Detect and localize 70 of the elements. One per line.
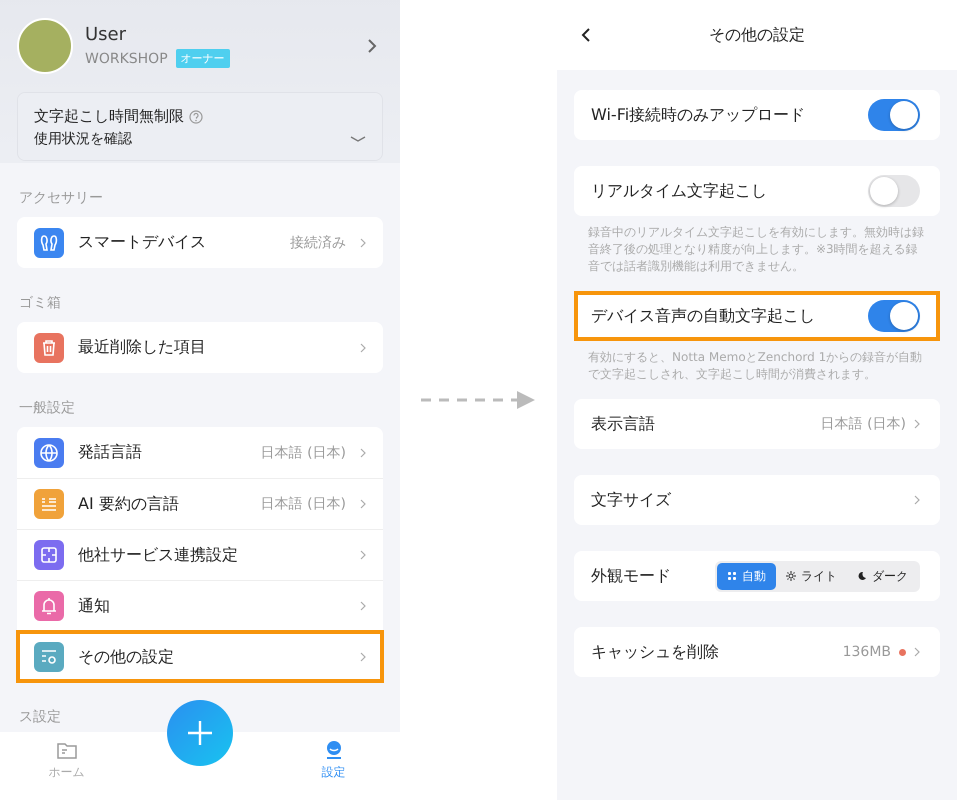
row-description: 録音中のリアルタイム文字起こしを有効にします。無効時は録音終了後の処理となり精度が向上します。※3時間を超える録音では話者識別機能は利用できません。: [588, 224, 925, 275]
toggle-switch[interactable]: [868, 175, 920, 207]
user-name: User: [85, 24, 128, 45]
settings-row[interactable]: 表示言語 日本語 (日本): [574, 399, 940, 449]
chevron-right-icon: [360, 652, 366, 662]
settings-item[interactable]: スマートデバイス 接続済み: [17, 217, 383, 268]
item-value: 日本語 (日本): [260, 495, 346, 513]
item-label: 他社サービス連携設定: [78, 544, 239, 566]
item-label: スマートデバイス: [78, 232, 207, 253]
item-label: 発話言語: [78, 442, 143, 463]
settings-row[interactable]: デバイス音声の自動文字起こし: [574, 291, 940, 341]
section-heading: 一般設定: [18, 399, 76, 417]
row-value: 136MB: [842, 644, 891, 660]
chevron-right-icon: [360, 499, 366, 509]
section-heading: ゴミ箱: [18, 294, 62, 312]
back-icon[interactable]: [581, 27, 591, 43]
item-label: 最近削除した項目: [78, 337, 207, 358]
settings-row[interactable]: Wi-Fi接続時のみアップロード: [574, 90, 940, 140]
chevron-right-icon: [360, 342, 366, 352]
chevron-right-icon: [360, 550, 366, 560]
settings-row[interactable]: 外観モード 自動 ライト ダーク: [574, 551, 940, 601]
settings-item[interactable]: 他社サービス連携設定: [17, 529, 383, 580]
grid-icon: [727, 571, 737, 581]
mode-option[interactable]: ダーク: [847, 562, 918, 590]
settings-row[interactable]: 文字サイズ: [574, 475, 940, 525]
mode-option[interactable]: ライト: [776, 562, 847, 590]
row-label: リアルタイム文字起こし: [591, 180, 768, 202]
plus-icon: [187, 720, 213, 746]
sun-icon: [786, 571, 796, 581]
chevron-right-icon: [360, 601, 366, 611]
settings-item[interactable]: AI 要約の言語 日本語 (日本): [17, 478, 383, 529]
usage-link: 使用状況を確認: [34, 130, 132, 148]
settings-item[interactable]: 発話言語 日本語 (日本): [17, 427, 383, 478]
settings-row[interactable]: キャッシュを削除 136MB: [574, 627, 940, 677]
plan-title: 文字起こし時間無制限: [34, 107, 184, 126]
chevron-right-icon: [360, 448, 366, 458]
item-value: 日本語 (日本): [260, 444, 346, 462]
row-description: 有効にすると、Notta MemoとZenchord 1からの録音が自動で文字起こしされ、文字起こし時間が消費されます。: [588, 349, 924, 383]
workspace-name: WORKSHOP: [85, 50, 168, 66]
section-heading: ス設定: [18, 708, 62, 726]
row-label: 外観モード: [591, 566, 672, 586]
section-heading: アクセサリー: [18, 189, 104, 207]
help-icon[interactable]: [189, 110, 203, 124]
row-value: 日本語 (日本): [820, 415, 906, 433]
item-label: AI 要約の言語: [78, 494, 180, 514]
toggle-switch[interactable]: [868, 99, 920, 131]
settings-item[interactable]: その他の設定: [17, 631, 383, 682]
row-label: 文字サイズ: [591, 490, 672, 510]
item-label: その他の設定: [78, 646, 175, 668]
row-label: デバイス音声の自動文字起こし: [591, 306, 816, 326]
item-label: 通知: [78, 596, 111, 616]
chevron-down-icon[interactable]: [350, 135, 366, 143]
chevron-right-icon: [360, 238, 366, 248]
chevron-right-icon[interactable]: [367, 38, 377, 54]
page-title: その他の設定: [709, 24, 805, 46]
chevron-right-icon: [914, 495, 920, 505]
item-value: 接続済み: [290, 234, 346, 252]
role-badge: オーナー: [176, 49, 230, 68]
usage-card[interactable]: 文字起こし時間無制限 使用状況を確認: [17, 92, 383, 161]
toggle-switch[interactable]: [868, 300, 920, 332]
moon-icon: [857, 571, 867, 581]
mode-option[interactable]: 自動: [717, 562, 776, 590]
settings-item[interactable]: 最近削除した項目: [17, 322, 383, 373]
chevron-right-icon: [914, 647, 920, 657]
settings-item[interactable]: 通知: [17, 580, 383, 631]
row-label: キャッシュを削除: [591, 642, 720, 662]
row-label: 表示言語: [591, 414, 656, 434]
row-label: Wi-Fi接続時のみアップロード: [591, 104, 806, 126]
chevron-right-icon: [914, 419, 920, 429]
settings-row[interactable]: リアルタイム文字起こし: [574, 166, 940, 216]
